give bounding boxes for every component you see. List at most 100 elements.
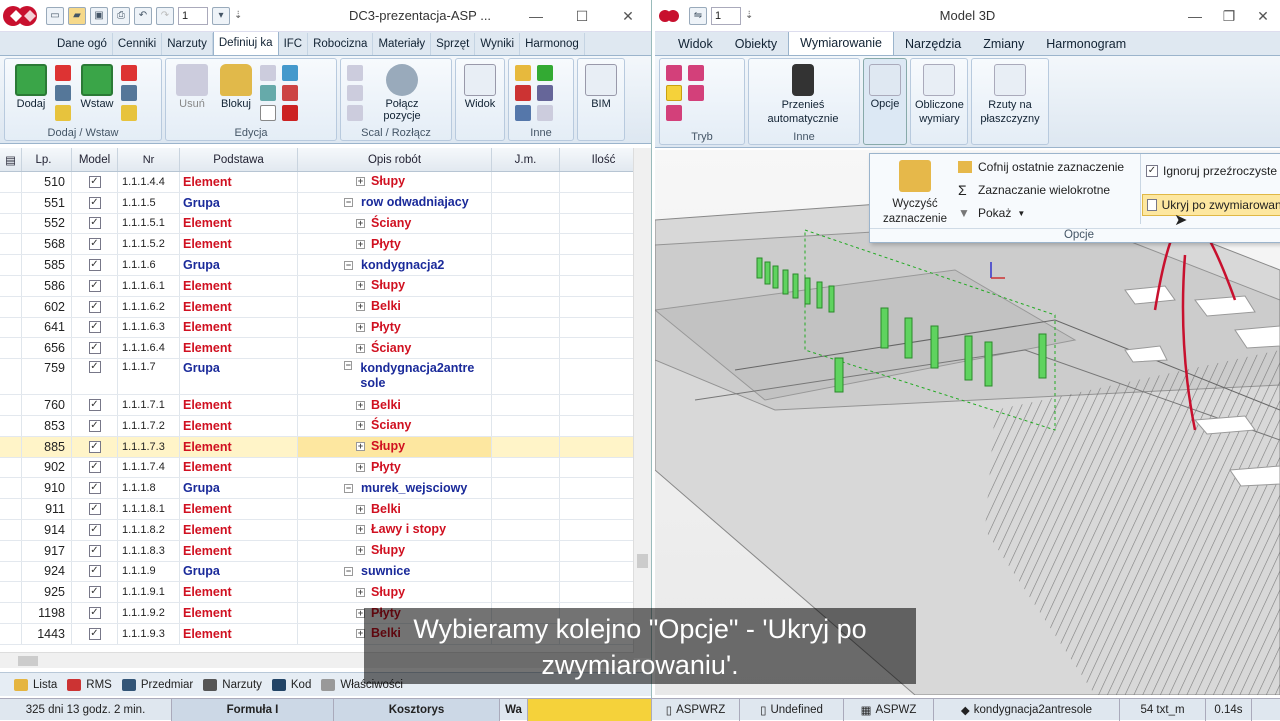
model-checkbox[interactable]: ✓ — [88, 440, 101, 453]
model-checkbox[interactable]: ✓ — [88, 586, 101, 599]
model-checkbox[interactable]: ✓ — [88, 342, 101, 355]
right-tab-0[interactable]: Widok — [667, 33, 724, 55]
merge-icon[interactable] — [347, 65, 363, 81]
table-row[interactable]: 641 ✓ 1.1.1.6.3 Element + Płyty — [0, 317, 651, 339]
right-tab-5[interactable]: Harmonogram — [1035, 33, 1137, 55]
check-icon[interactable] — [537, 65, 553, 81]
left-tab-4[interactable]: IFC — [279, 33, 309, 55]
expand-icon[interactable]: + — [356, 442, 365, 452]
model3d-logo-icon[interactable] — [655, 1, 683, 31]
table-row[interactable]: 656 ✓ 1.1.1.6.4 Element + Ściany — [0, 338, 651, 360]
hscroll-thumb[interactable] — [18, 656, 38, 666]
model-checkbox[interactable]: ✓ — [88, 627, 101, 640]
status-formula[interactable]: Formuła I — [172, 698, 334, 721]
customize-qat-icon[interactable]: ⇣ — [234, 10, 242, 21]
left-tab-7[interactable]: Sprzęt — [431, 33, 476, 55]
expand-icon[interactable]: + — [356, 281, 365, 291]
insert-note-icon[interactable] — [121, 105, 137, 121]
mode-weight-icon[interactable] — [688, 65, 704, 81]
table-row[interactable]: 551 ✓ 1.1.1.5 Grupa − row odwadniajacy — [0, 192, 651, 214]
bottom-tab-2[interactable]: Przedmiar — [121, 678, 193, 691]
table-row[interactable]: 552 ✓ 1.1.1.5.1 Element + Ściany — [0, 213, 651, 235]
model-checkbox[interactable]: ✓ — [88, 300, 101, 313]
clear-selection-button[interactable]: Wyczyść zaznaczenie — [878, 160, 952, 226]
left-tab-8[interactable]: Wyniki — [475, 33, 521, 55]
delete-button[interactable]: Usuń — [170, 61, 214, 110]
left-tab-2[interactable]: Narzuty — [162, 33, 213, 55]
grid-menu-icon[interactable]: ▤ — [0, 148, 22, 171]
model-checkbox[interactable]: ✓ — [88, 361, 101, 374]
view-mode-icon[interactable]: ▾ — [212, 6, 230, 25]
table-row[interactable]: 924 ✓ 1.1.1.9 Grupa − suwnice — [0, 561, 651, 583]
expand-icon[interactable]: + — [356, 504, 365, 514]
grid-header-1[interactable]: Model — [72, 148, 118, 171]
computed-dims-button[interactable]: Obliczone wymiary — [910, 58, 968, 145]
refresh-icon[interactable] — [260, 85, 276, 101]
table-row[interactable]: 759 ✓ 1.1.1.7 Grupa − kondygnacja2antre sole — [0, 359, 651, 396]
table-row[interactable]: 760 ✓ 1.1.1.7.1 Element + Belki — [0, 395, 651, 416]
formula-icon[interactable] — [515, 85, 531, 101]
right-close-icon[interactable]: ✕ — [1246, 0, 1280, 32]
model-checkbox[interactable]: ✓ — [88, 607, 101, 620]
model-checkbox[interactable]: ✓ — [88, 217, 101, 230]
expand-icon[interactable]: + — [356, 546, 365, 556]
insert-button[interactable]: Wstaw — [75, 61, 119, 110]
merge2-icon[interactable] — [347, 105, 363, 121]
flag-icon[interactable] — [282, 105, 298, 121]
model-checkbox[interactable]: ✓ — [88, 565, 101, 578]
model-checkbox[interactable]: ✓ — [88, 523, 101, 536]
table-row[interactable]: 510 ✓ 1.1.1.4.4 Element + Słupy — [0, 172, 651, 193]
mode-box-icon[interactable] — [666, 65, 682, 81]
ignore-transparent-option[interactable]: ✓ Ignoruj przeźroczyste — [1146, 164, 1277, 178]
collapse-icon[interactable]: − — [344, 260, 353, 270]
maximize-icon[interactable]: ☐ — [559, 0, 605, 32]
clear-icon[interactable] — [282, 85, 298, 101]
left-tab-6[interactable]: Materiały — [373, 33, 432, 55]
table-row[interactable]: 910 ✓ 1.1.1.8 Grupa − murek_wejsciowy — [0, 478, 651, 500]
move-auto-button[interactable]: Przenieś automatycznie — [753, 61, 853, 126]
hide-after-dimensioning-checkbox[interactable] — [1147, 199, 1157, 211]
app-logo-icon[interactable] — [0, 1, 40, 31]
model-checkbox[interactable]: ✓ — [88, 482, 101, 495]
model-checkbox[interactable]: ✓ — [88, 259, 101, 272]
table-row[interactable]: 911 ✓ 1.1.1.8.1 Element + Belki — [0, 499, 651, 520]
insert-element-icon[interactable] — [121, 65, 137, 81]
table-row[interactable]: 853 ✓ 1.1.1.7.2 Element + Ściany — [0, 415, 651, 437]
expand-icon[interactable]: + — [356, 525, 365, 535]
grid-header-0[interactable]: Lp. — [22, 148, 72, 171]
undo-selection-item[interactable]: Cofnij ostatnie zaznaczenie — [958, 160, 1124, 174]
mode-line-icon[interactable] — [666, 105, 682, 121]
left-tab-1[interactable]: Cenniki — [113, 33, 163, 55]
model-checkbox[interactable]: ✓ — [88, 419, 101, 432]
left-tab-0[interactable]: Dane ogó — [52, 33, 113, 55]
model-checkbox[interactable]: ✓ — [88, 238, 101, 251]
table-row[interactable]: 586 ✓ 1.1.1.6.1 Element + Słupy — [0, 275, 651, 297]
right-minimize-icon[interactable]: — — [1178, 0, 1212, 32]
misc-icon[interactable] — [537, 105, 553, 121]
model-checkbox[interactable]: ✓ — [88, 175, 101, 188]
expand-icon[interactable]: + — [356, 343, 365, 353]
table-row[interactable]: 917 ✓ 1.1.1.8.3 Element + Słupy — [0, 540, 651, 562]
options-button[interactable]: Opcje — [863, 58, 907, 145]
add-note-icon[interactable] — [55, 105, 71, 121]
model-checkbox[interactable]: ✓ — [88, 503, 101, 516]
hide-after-dimensioning-option[interactable]: Ukryj po zwymiarowaniu — [1142, 194, 1280, 216]
expand-icon[interactable]: + — [356, 218, 365, 228]
rms-icon[interactable] — [515, 105, 531, 121]
expand-icon[interactable]: + — [356, 462, 365, 472]
table-row[interactable]: 885 ✓ 1.1.1.7.3 Element + Słupy — [0, 436, 651, 458]
right-tab-4[interactable]: Zmiany — [972, 33, 1035, 55]
add-group-icon[interactable] — [55, 85, 71, 101]
bottom-tab-3[interactable]: Narzuty — [203, 678, 262, 691]
collapse-icon[interactable]: − — [344, 361, 353, 371]
collapse-icon[interactable]: − — [344, 566, 353, 576]
right-tab-3[interactable]: Narzędzia — [894, 33, 972, 55]
undo-icon[interactable]: ↶ — [134, 6, 152, 25]
model-checkbox[interactable]: ✓ — [88, 461, 101, 474]
mode-active-icon[interactable] — [666, 85, 682, 101]
model-checkbox[interactable]: ✓ — [88, 196, 101, 209]
add-button[interactable]: Dodaj — [9, 61, 53, 110]
scrollbar-thumb[interactable] — [637, 554, 648, 568]
left-tab-3[interactable]: Definiuj ka — [212, 31, 279, 55]
bottom-tab-1[interactable]: RMS — [67, 678, 112, 691]
